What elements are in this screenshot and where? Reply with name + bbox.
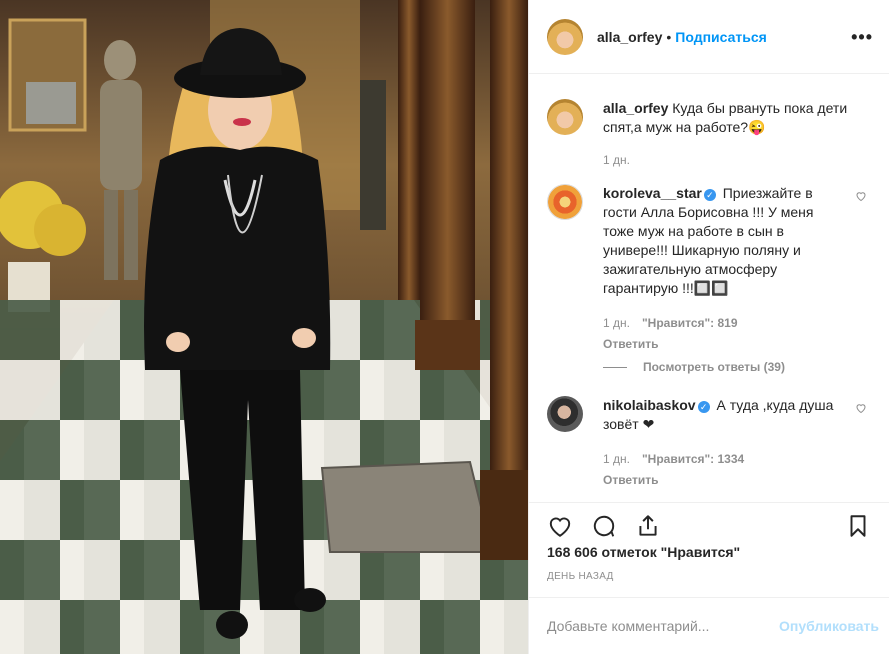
comment-time[interactable]: 1 дн.	[603, 314, 630, 333]
separator-dot: •	[666, 28, 672, 45]
share-icon[interactable]	[633, 511, 663, 541]
publish-button[interactable]: Опубликовать	[779, 618, 879, 634]
comment-likes[interactable]: "Нравится": 819	[642, 314, 738, 333]
post-details-panel: alla_orfey • Подписаться ••• alla_orfey …	[528, 0, 889, 654]
verified-icon: ✓	[697, 401, 710, 413]
comment-item: koroleva__star ✓ Приезжайте в гости Алла …	[547, 184, 873, 354]
view-replies-button[interactable]: Посмотреть ответы (39)	[603, 360, 873, 374]
heart-icon[interactable]	[545, 511, 575, 541]
comment-username[interactable]: koroleva__star	[603, 185, 702, 201]
caption: alla_orfey Куда бы рвануть пока дети спя…	[547, 99, 873, 170]
comment-username[interactable]: nikolaibaskov	[603, 397, 696, 413]
author-avatar[interactable]	[547, 18, 583, 55]
post-date[interactable]: ДЕНЬ НАЗАД	[547, 571, 614, 582]
replies-divider	[603, 366, 627, 368]
likes-count[interactable]: 168 606 отметок "Нравится"	[547, 544, 740, 560]
comment-item: nikolaibaskov ✓ А туда ,куда душа зовёт ❤…	[547, 396, 873, 490]
commenter-avatar[interactable]	[547, 184, 583, 220]
bookmark-icon[interactable]	[843, 511, 873, 541]
heart-icon[interactable]	[855, 402, 867, 414]
post-header: alla_orfey • Подписаться •••	[529, 0, 889, 74]
caption-avatar[interactable]	[547, 99, 583, 135]
comment-time[interactable]: 1 дн.	[603, 450, 630, 469]
reply-button[interactable]: Ответить	[603, 471, 845, 490]
caption-time[interactable]: 1 дн.	[603, 151, 630, 170]
comment-likes[interactable]: "Нравится": 1334	[642, 450, 744, 469]
post-photo[interactable]	[0, 0, 528, 654]
reply-button[interactable]: Ответить	[603, 335, 845, 354]
view-replies-label[interactable]: Посмотреть ответы (39)	[643, 360, 785, 374]
add-comment-bar: Опубликовать	[529, 597, 889, 654]
post-image	[0, 0, 528, 654]
author-username[interactable]: alla_orfey	[597, 29, 662, 45]
heart-icon[interactable]	[855, 190, 867, 202]
more-options-icon[interactable]: •••	[851, 28, 873, 46]
follow-button[interactable]: Подписаться	[675, 29, 767, 45]
comment-text: Приезжайте в гости Алла Борисовна !!! У …	[603, 185, 814, 296]
post-actions	[529, 502, 889, 542]
commenter-avatar[interactable]	[547, 396, 583, 432]
caption-username[interactable]: alla_orfey	[603, 100, 668, 116]
comments-list[interactable]: alla_orfey Куда бы рвануть пока дети спя…	[529, 75, 889, 495]
comment-icon[interactable]	[589, 511, 619, 541]
verified-icon: ✓	[703, 189, 716, 201]
comment-input[interactable]	[547, 618, 780, 634]
